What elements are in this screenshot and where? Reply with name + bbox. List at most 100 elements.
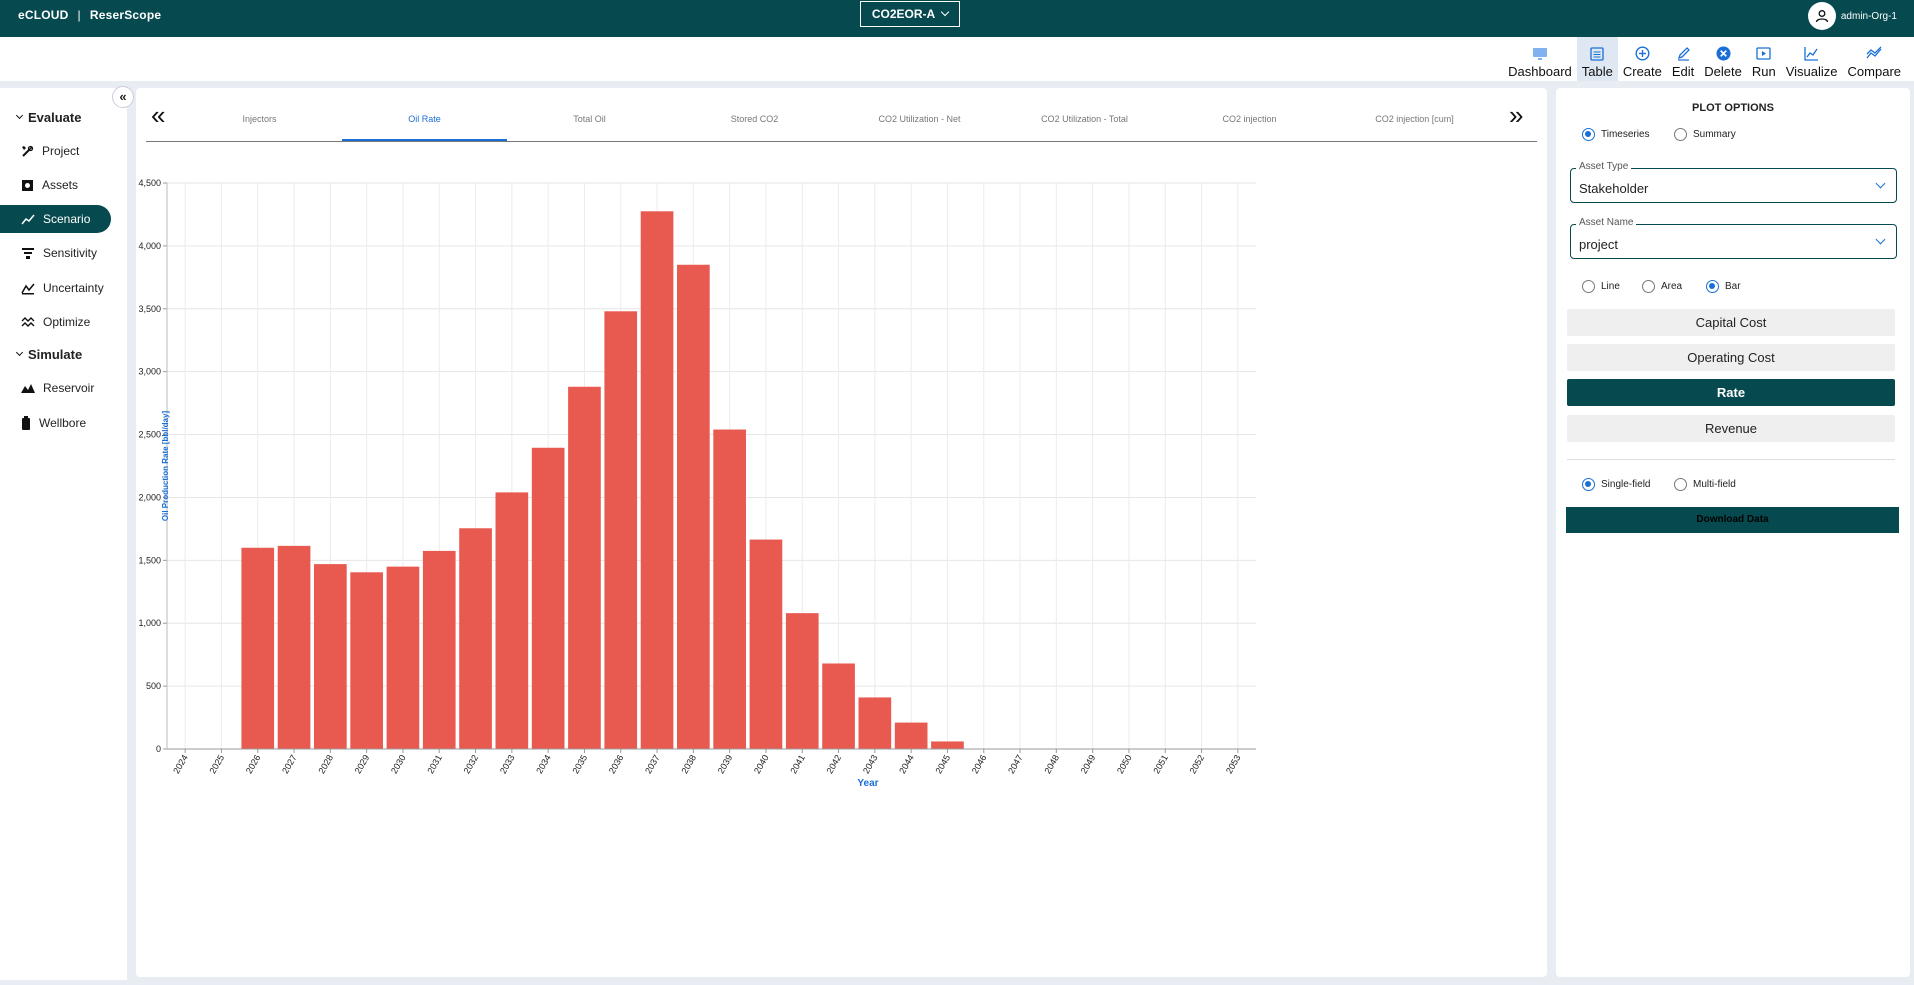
bar-2031[interactable] bbox=[422, 550, 456, 749]
single-field-radio[interactable]: Single-field bbox=[1582, 478, 1650, 491]
line-radio[interactable]: Line bbox=[1582, 280, 1620, 293]
bar-2040[interactable] bbox=[749, 539, 783, 749]
sidebar-item-label: Scenario bbox=[43, 212, 91, 226]
bar-2044[interactable] bbox=[894, 722, 928, 749]
dashboard-button[interactable]: Dashboard bbox=[1503, 37, 1577, 81]
bar-2028[interactable] bbox=[314, 564, 347, 749]
table-button[interactable]: Table bbox=[1576, 37, 1618, 81]
create-button[interactable]: Create bbox=[1618, 37, 1667, 81]
visualize-button[interactable]: Visualize bbox=[1781, 37, 1843, 81]
download-data-button[interactable]: Download Data bbox=[1566, 507, 1899, 533]
bar-2042[interactable] bbox=[822, 663, 855, 749]
y-tick-label: 3,500 bbox=[138, 304, 161, 314]
chevron-down-icon bbox=[15, 348, 24, 357]
table-label: Table bbox=[1581, 64, 1613, 79]
rate-button[interactable]: Rate bbox=[1567, 379, 1895, 406]
bar-2035[interactable] bbox=[568, 386, 601, 749]
user-menu[interactable]: admin-Org-1 bbox=[1807, 2, 1897, 30]
radio-icon bbox=[1582, 280, 1595, 293]
sidebar-item-project[interactable]: Project bbox=[0, 137, 111, 165]
tab-co2-injection[interactable]: CO2 injection bbox=[1167, 114, 1332, 141]
asset-name-label: Asset Name bbox=[1576, 217, 1637, 228]
product-name: ReserScope bbox=[89, 8, 162, 22]
area-radio[interactable]: Area bbox=[1642, 280, 1682, 293]
x-tick-label: 2053 bbox=[1224, 753, 1243, 775]
create-label: Create bbox=[1622, 64, 1662, 79]
tabs-prev-button[interactable]: « bbox=[151, 102, 165, 128]
bar-2037[interactable] bbox=[640, 211, 674, 750]
collapse-sidebar-button[interactable]: « bbox=[112, 86, 134, 108]
sidebar-item-label: Reservoir bbox=[43, 381, 95, 395]
tab-co2-utilization-total[interactable]: CO2 Utilization - Total bbox=[1002, 114, 1167, 141]
y-tick-label: 4,500 bbox=[138, 178, 161, 188]
x-tick-label: 2044 bbox=[897, 753, 916, 775]
y-tick-label: 2,500 bbox=[138, 430, 161, 440]
operating-cost-button[interactable]: Operating Cost bbox=[1567, 344, 1895, 371]
asset-type-select[interactable]: Asset Type Stakeholder bbox=[1570, 161, 1897, 203]
run-button[interactable]: Run bbox=[1747, 37, 1781, 81]
radio-selected-icon bbox=[1706, 280, 1719, 293]
avatar bbox=[1807, 2, 1836, 30]
sidebar-item-scenario[interactable]: Scenario bbox=[0, 205, 111, 233]
revenue-button[interactable]: Revenue bbox=[1567, 415, 1895, 442]
play-icon bbox=[1756, 47, 1771, 60]
sidebar-item-label: Sensitivity bbox=[43, 246, 98, 260]
bar-2029[interactable] bbox=[350, 572, 383, 749]
bar-2030[interactable] bbox=[386, 566, 420, 749]
bar-radio[interactable]: Bar bbox=[1706, 280, 1741, 293]
line-chart-icon bbox=[1804, 47, 1819, 61]
x-tick-label: 2032 bbox=[462, 753, 481, 775]
bar-2033[interactable] bbox=[495, 492, 529, 749]
sidebar-item-assets[interactable]: Assets bbox=[0, 171, 111, 199]
asset-name-value: project bbox=[1579, 237, 1619, 252]
x-tick-label: 2026 bbox=[244, 753, 263, 775]
timeseries-radio[interactable]: Timeseries bbox=[1582, 128, 1650, 141]
tab-co2-injection-cum[interactable]: CO2 injection [cum] bbox=[1332, 114, 1497, 141]
bar-2027[interactable] bbox=[277, 545, 311, 749]
tab-co2-utilization-net[interactable]: CO2 Utilization - Net bbox=[837, 114, 1002, 141]
run-label: Run bbox=[1751, 64, 1776, 79]
tab-stored-co2[interactable]: Stored CO2 bbox=[672, 114, 837, 141]
tab-injectors[interactable]: Injectors bbox=[177, 114, 342, 141]
sidebar-item-uncertainty[interactable]: Uncertainty bbox=[0, 274, 111, 302]
bar-2041[interactable] bbox=[785, 613, 819, 749]
x-tick-label: 2037 bbox=[643, 753, 662, 775]
x-tick-label: 2048 bbox=[1042, 753, 1061, 775]
tabs-next-button[interactable]: » bbox=[1509, 102, 1523, 128]
bar-2045[interactable] bbox=[931, 741, 964, 749]
bar-2032[interactable] bbox=[459, 528, 492, 749]
section-evaluate[interactable]: Evaluate bbox=[15, 110, 81, 125]
project-selector[interactable]: CO2EOR-A bbox=[860, 1, 960, 27]
single-field-label: Single-field bbox=[1601, 479, 1651, 490]
oil-rate-bar-chart: 0 500 1,000 1,500 2,000 2,500 3,000 3,500 4,000 4… bbox=[138, 178, 1256, 789]
brand-name: eCLOUD bbox=[18, 8, 69, 22]
sidebar-item-wellbore[interactable]: Wellbore bbox=[0, 409, 111, 437]
compare-label: Compare bbox=[1847, 64, 1901, 79]
section-simulate[interactable]: Simulate bbox=[15, 347, 82, 362]
delete-button[interactable]: Delete bbox=[1699, 37, 1747, 81]
tab-total-oil[interactable]: Total Oil bbox=[507, 114, 672, 141]
bar-2034[interactable] bbox=[531, 447, 565, 749]
tab-oil-rate[interactable]: Oil Rate bbox=[342, 114, 507, 141]
summary-radio[interactable]: Summary bbox=[1674, 128, 1736, 141]
sidebar-item-optimize[interactable]: Optimize bbox=[0, 308, 111, 336]
bar-2039[interactable] bbox=[713, 429, 746, 749]
asset-type-value: Stakeholder bbox=[1579, 181, 1649, 196]
bar-2036[interactable] bbox=[604, 311, 638, 749]
sidebar-item-sensitivity[interactable]: Sensitivity bbox=[0, 239, 111, 267]
bar-2026[interactable] bbox=[241, 547, 275, 749]
sidebar-item-label: Uncertainty bbox=[43, 281, 104, 295]
x-tick-label: 2033 bbox=[498, 753, 517, 775]
y-tick-label: 500 bbox=[146, 681, 161, 691]
x-tick-label: 2052 bbox=[1188, 753, 1207, 775]
edit-button[interactable]: Edit bbox=[1667, 37, 1699, 81]
sidebar-item-reservoir[interactable]: Reservoir bbox=[0, 374, 111, 402]
compare-button[interactable]: Compare bbox=[1843, 37, 1906, 81]
capital-cost-button[interactable]: Capital Cost bbox=[1567, 309, 1895, 336]
multi-field-radio[interactable]: Multi-field bbox=[1674, 478, 1736, 491]
bar-2038[interactable] bbox=[677, 264, 710, 749]
x-tick-label: 2028 bbox=[316, 753, 335, 775]
asset-name-select[interactable]: Asset Name project bbox=[1570, 217, 1897, 259]
bar-2043[interactable] bbox=[858, 697, 892, 749]
summary-label: Summary bbox=[1693, 129, 1736, 140]
